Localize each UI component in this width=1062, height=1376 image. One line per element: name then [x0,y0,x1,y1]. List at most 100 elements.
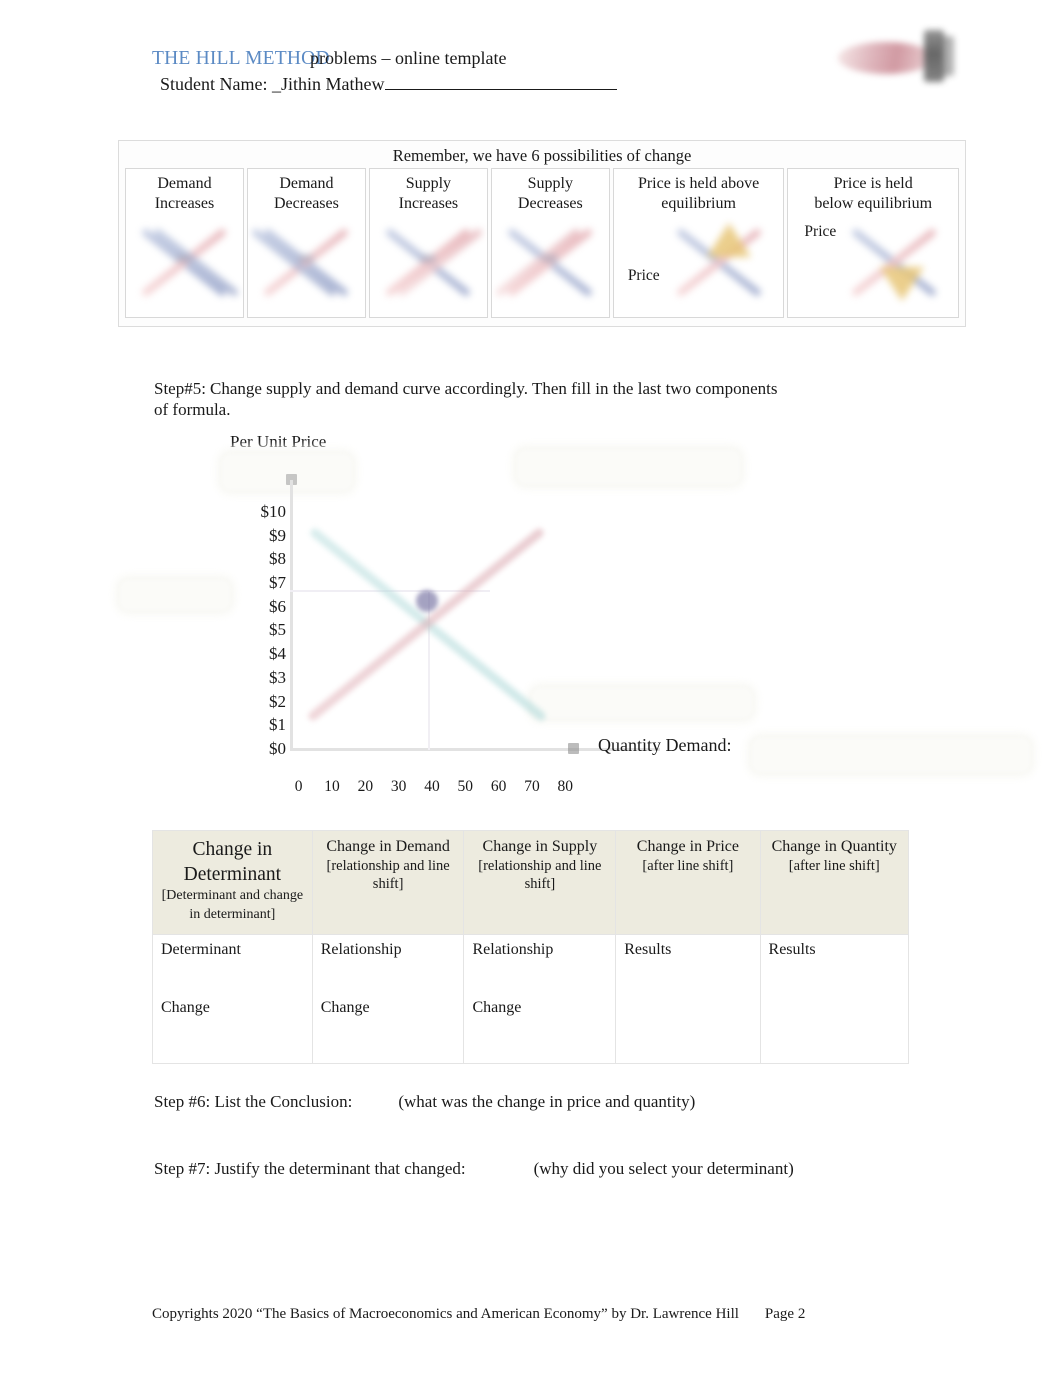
step5-label: Step#5: [154,379,206,398]
answer-placeholder-box-left[interactable] [118,578,232,612]
step7-hint: (why did you select your determinant) [533,1159,794,1178]
step6-instruction: Step #6: List the Conclusion: (what was t… [154,1092,695,1112]
cell-label-line1: Price is held [833,175,913,192]
cell-label-line1: Price is held above [637,175,760,192]
cell-label-line2: Decreases [517,195,583,212]
header-cell-change-in-supply: Change in Supply [relationship and line … [463,830,617,935]
student-name-rule [385,74,618,90]
method-title: THE HILL METHOD [152,48,330,69]
page-number: Page 2 [764,1306,806,1322]
answer-placeholder-box-mid-right[interactable] [530,686,754,720]
determinant-table: Change in Determinant [Determinant and c… [152,830,910,1064]
x-tick: 80 [557,778,574,795]
possibility-cell-price-above-equilibrium: Price is held above equilibrium Price [612,168,785,318]
y-tick: $10 [260,502,287,521]
x-tick: 40 [424,778,440,795]
y-axis-tick-labels: $10 $9 $8 $7 $6 $5 $4 $3 $2 $1 $0 [238,500,287,761]
possibility-cell-supply-increases: Supply Increases [368,168,488,318]
cell-bottom-label: Change [472,999,522,1016]
cell-label-line1: Demand [279,175,334,192]
cell-label-line2: Increases [398,195,459,212]
cell-bottom-label: Change [320,999,370,1016]
cell-label-line2: equilibrium [661,195,736,212]
x-tick: 30 [390,778,407,795]
table-row: Determinant Change Relationship Change R… [152,934,910,1064]
cell-demand-input[interactable]: Relationship Change [311,934,465,1064]
cell-top-label: Results [624,941,672,958]
cell-quantity-input[interactable]: Results [759,934,910,1064]
possibility-cell-price-below-equilibrium: Price is held below equilibrium Price [787,168,959,318]
header-sub: [Determinant and change in determinant] [161,888,304,922]
cell-label-line2: Increases [154,195,215,212]
table-header-row: Change in Determinant [Determinant and c… [152,830,910,935]
cell-label-line1: Demand [157,175,212,192]
header-sub: [relationship and line shift] [326,858,450,892]
cell-label-line2: below equilibrium [814,195,933,212]
y-axis-line [290,480,293,750]
header-sub: [after line shift] [642,858,734,874]
answer-placeholder-box-top-right[interactable] [515,448,742,486]
cell-label-line2: Decreases [274,195,339,212]
template-subtitle: problems – online template [310,48,507,68]
header-main: Change in Supply [482,838,598,855]
step6-label: Step #6: List the Conclusion: [154,1092,353,1111]
y-tick: $6 [269,596,286,616]
cell-top-label: Relationship [320,941,402,958]
chart-y-axis-title: Per Unit Price [230,432,327,451]
x-tick: 50 [457,778,474,795]
x-tick: 10 [324,778,340,795]
header-main: Change in Price [636,838,739,855]
y-tick: $1 [269,715,286,735]
supply-demand-diagram-icon [251,217,352,309]
cell-top-label: Results [768,941,816,958]
x-tick: 60 [490,778,507,795]
shortage-diagram-icon [848,217,940,309]
logo-swoosh-shape [838,42,934,74]
six-possibilities-table: Remember, we have 6 possibilities of cha… [118,140,966,327]
header-cell-change-in-quantity: Change in Quantity [after line shift] [759,830,910,935]
header-main: Change in Quantity [771,838,897,855]
six-possibilities-row: Demand Increases Demand Decreases Supply… [125,168,959,318]
y-tick: $7 [269,573,286,593]
cell-determinant-input[interactable]: Determinant Change [152,934,313,1064]
x-tick: 20 [357,778,374,795]
answer-placeholder-box-top-left[interactable] [220,452,354,492]
x-axis-tick-labels: 0 10 20 30 40 50 60 70 80 [282,778,582,796]
step7-instruction: Step #7: Justify the determinant that ch… [154,1159,794,1179]
step7-label: Step #7: Justify the determinant that ch… [154,1159,466,1178]
y-tick: $0 [269,738,286,758]
step6-hint: (what was the change in price and quanti… [398,1092,696,1111]
supply-demand-diagram-icon [138,217,240,309]
y-tick: $5 [269,620,286,640]
header-cell-change-in-price: Change in Price [after line shift] [615,830,761,935]
header-cell-change-in-demand: Change in Demand [relationship and line … [311,830,465,935]
six-possibilities-title: Remember, we have 6 possibilities of cha… [392,146,692,165]
document-page: THE HILL METHOD problems – online templa… [0,0,1062,1376]
cell-label-line1: Supply [527,175,573,192]
logo-bar-shadow [940,36,954,76]
page-footer: Copyrights 2020 “The Basics of Macroecon… [152,1306,805,1323]
cell-top-label: Determinant [161,941,241,958]
equilibrium-point-marker [416,590,438,612]
supply-demand-diagram-icon [382,217,484,309]
y-tick: $9 [269,525,286,545]
cell-supply-input[interactable]: Relationship Change [463,934,617,1064]
answer-placeholder-box-quantity-demand[interactable] [750,736,1032,774]
y-tick: $2 [269,691,286,711]
copyright-text: Copyrights 2020 “The Basics of Macroecon… [152,1306,739,1322]
possibility-cell-demand-increases: Demand Increases [125,168,244,318]
x-tick: 0 [294,778,303,795]
possibility-cell-demand-decreases: Demand Decreases [246,168,366,318]
y-tick: $8 [269,549,286,569]
supply-demand-chart: Per Unit Price $10 $9 $8 $7 $6 $5 $4 $3 … [110,430,1032,800]
x-axis-arrow [568,743,579,754]
student-name-line: Student Name: _Jithin Mathew [160,74,618,95]
header-main: Change in Determinant [183,839,282,885]
step5-instruction: Step#5: Change supply and demand curve ac… [154,378,794,420]
y-tick: $3 [269,667,286,687]
header-cell-change-in-determinant: Change in Determinant [Determinant and c… [152,830,313,935]
cell-price-input[interactable]: Results [615,934,761,1064]
cell-price-label: Price [627,267,660,284]
header-sub: [relationship and line shift] [478,858,602,892]
step5-text: Change supply and demand curve according… [154,379,778,419]
